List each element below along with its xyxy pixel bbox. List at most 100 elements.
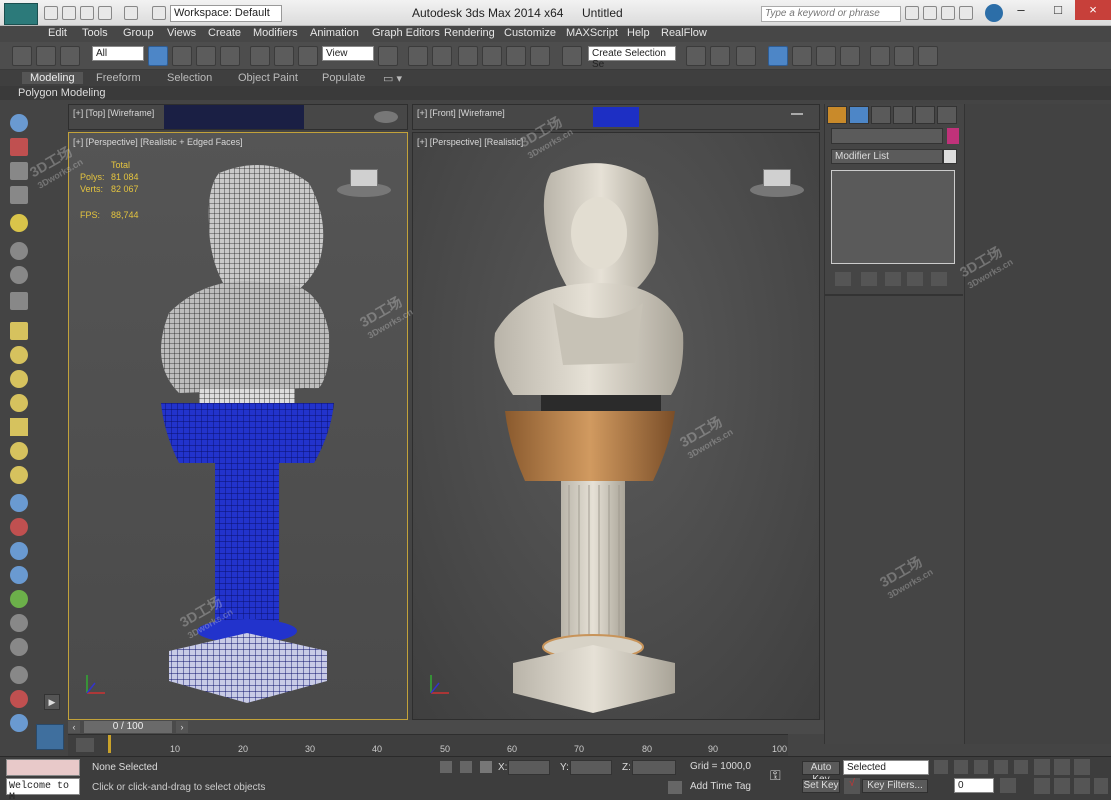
particles-icon[interactable] [10, 494, 28, 512]
menu-animation[interactable]: Animation [310, 27, 359, 39]
utilities-tab-icon[interactable] [937, 106, 957, 124]
maximize-button[interactable]: □ [1040, 0, 1076, 20]
select-object-icon[interactable] [148, 46, 168, 66]
modifier-list-arrow-icon[interactable] [943, 149, 957, 164]
mirror-icon[interactable] [686, 46, 706, 66]
box-icon[interactable] [10, 322, 28, 340]
align-icon[interactable] [710, 46, 730, 66]
time-config-icon[interactable] [1000, 778, 1016, 793]
helper-icon[interactable] [10, 266, 28, 284]
unlink-icon[interactable] [36, 46, 56, 66]
maxscript-listener-input[interactable] [6, 759, 80, 776]
pivot-center-icon[interactable] [378, 46, 398, 66]
zoom-icon[interactable] [1034, 759, 1050, 775]
scene-explorer-icon[interactable] [736, 46, 756, 66]
menu-realflow[interactable]: RealFlow [661, 27, 707, 39]
modifier-list-dropdown[interactable]: Modifier List [831, 149, 943, 164]
key-mode-dropdown[interactable]: Selected [843, 760, 929, 775]
selection-filter-dropdown[interactable]: All [92, 46, 144, 61]
key-curve-icon[interactable]: √ [844, 778, 860, 794]
material-editor-icon[interactable] [840, 46, 860, 66]
menu-views[interactable]: Views [167, 27, 196, 39]
search-input[interactable]: Type a keyword or phrase [761, 6, 901, 22]
menu-customize[interactable]: Customize [504, 27, 556, 39]
zoom-extents-icon[interactable] [1074, 759, 1090, 775]
show-end-result-icon[interactable] [861, 272, 877, 286]
polygon-modeling-panel[interactable]: Polygon Modeling [18, 87, 105, 99]
zoom-all-icon[interactable] [1054, 759, 1070, 775]
viewport-perspective-realistic[interactable]: [+] [Perspective] [Realistic] [412, 132, 820, 720]
compound-icon[interactable] [10, 518, 28, 536]
track-bar[interactable]: 10 20 30 40 50 60 70 80 90 100 [68, 734, 788, 756]
rendered-frame-icon[interactable] [894, 46, 914, 66]
pin-stack-icon[interactable] [835, 272, 851, 286]
scale-icon[interactable] [298, 46, 318, 66]
object-color-swatch[interactable] [947, 128, 959, 144]
spinner-snap-icon[interactable] [530, 46, 550, 66]
torus-icon[interactable] [10, 394, 28, 412]
display-tab-icon[interactable] [915, 106, 935, 124]
redo-icon[interactable] [124, 6, 138, 20]
remove-modifier-icon[interactable] [907, 272, 923, 286]
select-link-icon[interactable] [12, 46, 32, 66]
tab-freeform[interactable]: Freeform [96, 72, 141, 84]
x-coord-input[interactable] [508, 760, 550, 775]
tab-modeling[interactable]: Modeling [22, 72, 83, 84]
sphere-blue-icon[interactable] [10, 714, 28, 732]
time-slider[interactable]: ‹ 0 / 100 › [68, 720, 824, 734]
keyboard-shortcut-icon[interactable] [432, 46, 452, 66]
viewport-top[interactable]: [+] [Top] [Wireframe] [68, 104, 408, 130]
exchange-icon[interactable] [941, 6, 955, 20]
dx-icon[interactable] [10, 638, 28, 656]
foliage-icon[interactable] [10, 590, 28, 608]
play-icon[interactable] [974, 760, 988, 774]
set-key-button[interactable]: Set Key [802, 779, 840, 793]
schematic-view-icon[interactable] [816, 46, 836, 66]
named-selection-dropdown[interactable]: Create Selection Se [588, 46, 676, 70]
cylinder-icon[interactable] [10, 370, 28, 388]
render-icon[interactable] [10, 690, 28, 708]
workspace-dropdown[interactable]: Workspace: Default [170, 5, 282, 22]
modify-tab-icon[interactable] [849, 106, 869, 124]
camera-icon[interactable] [10, 242, 28, 260]
bind-spacewarp-icon[interactable] [60, 46, 80, 66]
go-to-start-icon[interactable] [934, 760, 948, 774]
maximize-viewport-icon[interactable] [1094, 778, 1108, 794]
move-icon[interactable] [250, 46, 270, 66]
configure-sets-icon[interactable] [931, 272, 947, 286]
select-by-name-icon[interactable] [172, 46, 192, 66]
percent-snap-icon[interactable] [506, 46, 526, 66]
time-prev-icon[interactable]: ‹ [68, 721, 80, 733]
z-coord-input[interactable] [632, 760, 676, 775]
save-icon[interactable] [80, 6, 94, 20]
current-frame-input[interactable]: 0 [954, 778, 994, 793]
viewport-front[interactable]: [+] [Front] [Wireframe] [412, 104, 820, 130]
tab-selection[interactable]: Selection [167, 72, 212, 84]
menu-create[interactable]: Create [208, 27, 241, 39]
undo-icon[interactable] [98, 6, 112, 20]
geosphere-icon[interactable] [10, 466, 28, 484]
viewport-top-label[interactable]: [+] [Top] [Wireframe] [73, 108, 154, 118]
paint-icon[interactable] [10, 138, 28, 156]
sun-icon[interactable] [10, 442, 28, 460]
menu-maxscript[interactable]: MAXScript [566, 27, 618, 39]
set-keys-icon[interactable]: ⚿ [770, 767, 794, 787]
render-teapot-icon[interactable] [918, 46, 938, 66]
pan-icon[interactable] [1054, 778, 1070, 794]
layer-manager-icon[interactable] [768, 46, 788, 66]
viewcube-top[interactable] [374, 111, 398, 123]
viewport-perspective-edged[interactable]: [+] [Perspective] [Realistic + Edged Fac… [68, 132, 408, 720]
go-to-end-icon[interactable] [1014, 760, 1028, 774]
select-manipulate-icon[interactable] [408, 46, 428, 66]
project-folder-icon[interactable] [152, 6, 166, 20]
key-icon[interactable] [923, 6, 937, 20]
menu-tools[interactable]: Tools [82, 27, 108, 39]
current-frame-marker[interactable] [108, 735, 111, 753]
create-tab-icon[interactable] [827, 106, 847, 124]
close-button[interactable]: × [1075, 0, 1111, 20]
menu-group[interactable]: Group [123, 27, 154, 39]
edit-named-selection-icon[interactable] [562, 46, 582, 66]
nurbs-icon[interactable] [10, 542, 28, 560]
menu-rendering[interactable]: Rendering [444, 27, 495, 39]
auto-key-button[interactable]: Auto Key [802, 761, 840, 785]
